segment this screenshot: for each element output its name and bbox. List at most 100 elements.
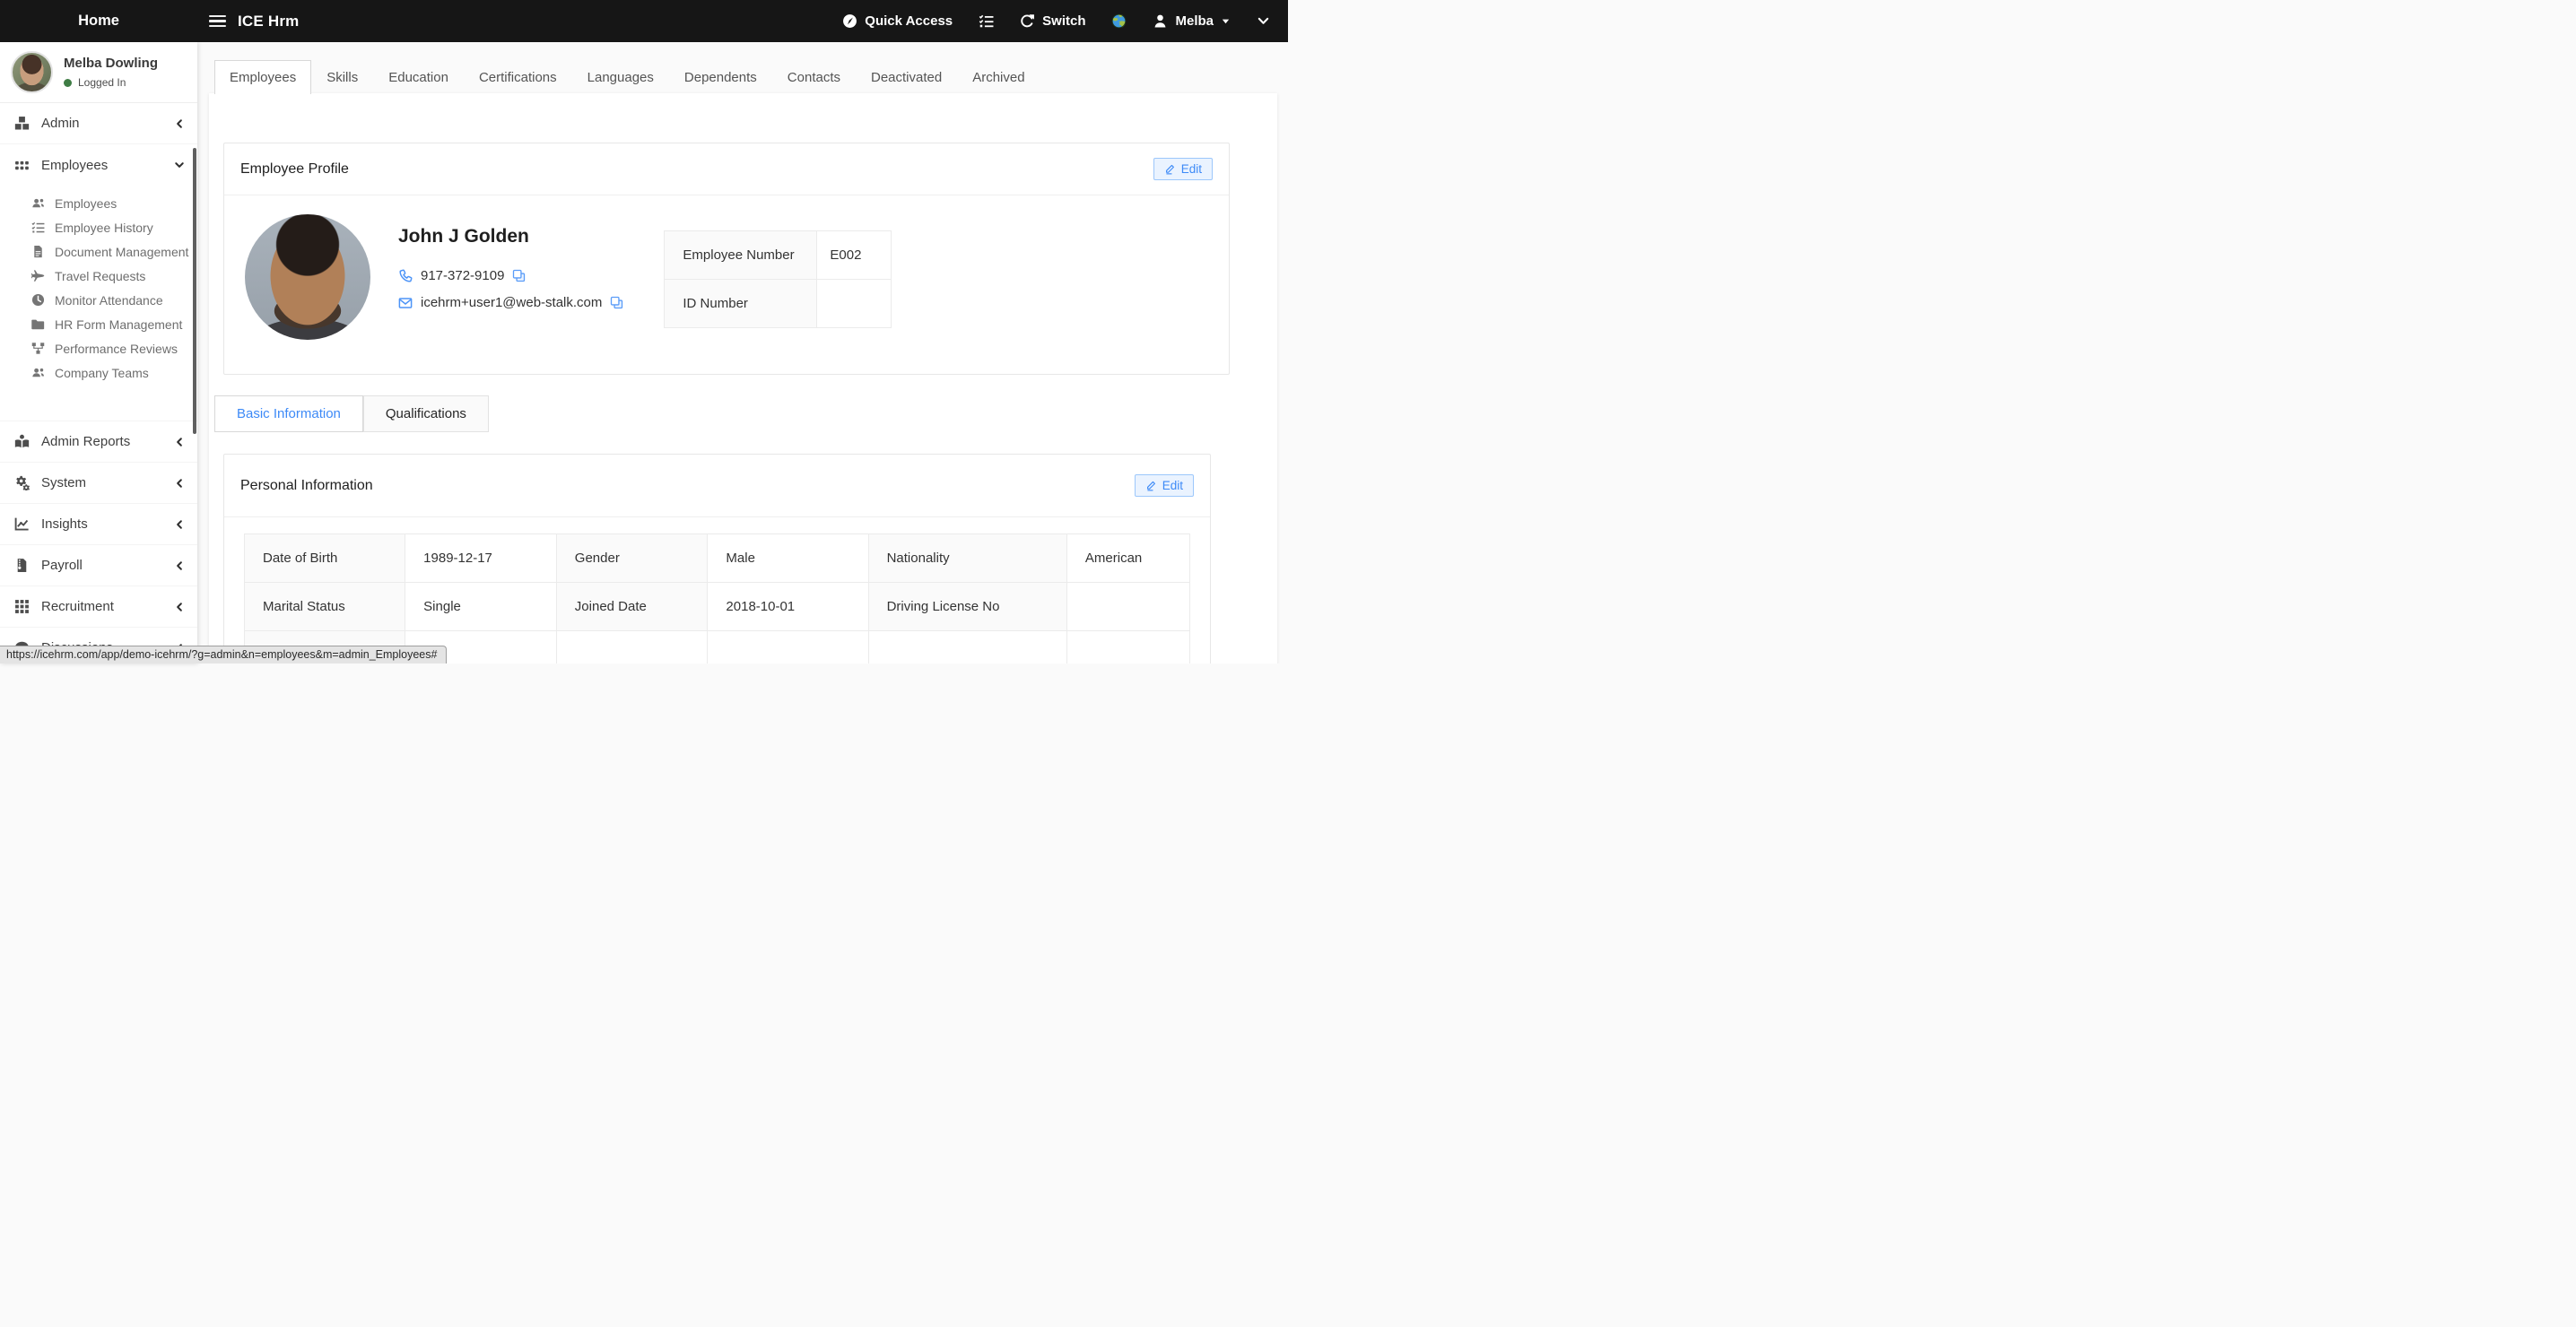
avatar — [11, 51, 53, 93]
sidebar-item-system[interactable]: System — [0, 463, 197, 504]
chevron-down-icon[interactable] — [1257, 14, 1270, 28]
employee-profile-title: Employee Profile — [240, 161, 349, 178]
main-content: Employees Skills Education Certification… — [197, 42, 1288, 664]
chevron-left-icon — [174, 519, 185, 530]
caret-down-icon — [1221, 16, 1231, 26]
tab-contacts[interactable]: Contacts — [772, 60, 856, 94]
employee-email: icehrm+user1@web-stalk.com — [421, 295, 602, 310]
tab-skills[interactable]: Skills — [311, 60, 373, 94]
globe-icon[interactable] — [1111, 13, 1127, 29]
module-tabs: Employees Skills Education Certification… — [214, 60, 1277, 94]
tab-dependents[interactable]: Dependents — [669, 60, 772, 94]
sidebar-item-travel-requests[interactable]: Travel Requests — [0, 264, 197, 288]
profile-name: Melba Dowling — [64, 56, 158, 71]
grid9-icon — [14, 599, 30, 614]
tab-archived[interactable]: Archived — [957, 60, 1040, 94]
sidebar-scrollbar[interactable] — [193, 148, 196, 434]
chevron-left-icon — [174, 478, 185, 489]
users-icon — [31, 196, 45, 210]
sidebar-item-label: Insights — [41, 516, 88, 532]
field-label: Gender — [556, 534, 708, 583]
employee-name: John J Golden — [398, 226, 623, 247]
field-value: American — [1066, 534, 1189, 583]
field-value: Single — [405, 583, 557, 631]
sidebar-item-label: Employees — [41, 158, 108, 173]
sidebar-item-employees[interactable]: Employees — [0, 191, 197, 215]
sidebar-item-label: Admin — [41, 116, 80, 131]
sidebar-item-employees-group[interactable]: Employees — [0, 144, 197, 186]
user-menu[interactable]: Melba — [1153, 13, 1231, 29]
topbar: Home ICE Hrm Quick Access Switch — [0, 0, 1288, 42]
employee-profile-edit-button[interactable]: Edit — [1153, 158, 1213, 180]
folder-icon — [31, 317, 45, 331]
topbar-actions: Quick Access Switch — [842, 13, 1288, 29]
tab-panel: Employee Profile Edit John J Golden — [209, 93, 1277, 664]
sidebar-item-monitor-attendance[interactable]: Monitor Attendance — [0, 288, 197, 312]
personal-information-edit-button[interactable]: Edit — [1135, 474, 1194, 497]
quick-access-button[interactable]: Quick Access — [842, 13, 953, 29]
employee-summary-table: Employee Number E002 ID Number — [664, 230, 892, 328]
sidebar-item-label: Admin Reports — [41, 434, 130, 449]
tab-languages[interactable]: Languages — [572, 60, 669, 94]
field-value: Male — [708, 534, 868, 583]
summary-label: Employee Number — [665, 231, 817, 280]
sidebar-employees-children: Employees Employee History — [0, 186, 197, 421]
switch-button[interactable]: Switch — [1020, 13, 1085, 29]
sidebar-item-company-teams[interactable]: Company Teams — [0, 360, 197, 385]
sidebar-item-employee-history[interactable]: Employee History — [0, 215, 197, 239]
field-label: Driving License No — [868, 583, 1066, 631]
subtab-basic-information[interactable]: Basic Information — [214, 395, 363, 432]
tab-education[interactable]: Education — [373, 60, 464, 94]
pencil-icon — [1145, 480, 1157, 491]
sidebar-subitem-label: Performance Reviews — [55, 342, 178, 356]
sidebar-item-insights[interactable]: Insights — [0, 504, 197, 545]
logged-in-dot — [64, 79, 72, 87]
field-value: 1989-12-17 — [405, 534, 557, 583]
sidebar-item-recruitment[interactable]: Recruitment — [0, 586, 197, 628]
tab-employees[interactable]: Employees — [214, 60, 311, 94]
subtab-qualifications[interactable]: Qualifications — [363, 395, 489, 432]
field-value: 2018-10-01 — [708, 583, 868, 631]
compass-icon — [842, 13, 857, 29]
plane-icon — [31, 269, 45, 282]
sidebar-item-performance-reviews[interactable]: Performance Reviews — [0, 336, 197, 360]
sidebar-item-label: Recruitment — [41, 599, 114, 614]
pencil-icon — [1164, 163, 1176, 175]
grid-icon — [14, 158, 30, 173]
phone-icon — [398, 269, 413, 283]
quick-access-label: Quick Access — [865, 13, 953, 29]
sitemap-icon — [31, 342, 45, 355]
copy-phone-icon[interactable] — [512, 269, 526, 282]
sidebar-item-hr-form-management[interactable]: HR Form Management — [0, 312, 197, 336]
employee-photo — [245, 214, 370, 340]
hamburger-icon[interactable] — [209, 15, 226, 28]
copy-email-icon[interactable] — [610, 296, 623, 309]
status-url: https://icehrm.com/app/demo-icehrm/?g=ad… — [0, 646, 447, 664]
chart-line-icon — [14, 516, 30, 532]
tab-certifications[interactable]: Certifications — [464, 60, 572, 94]
tab-deactivated[interactable]: Deactivated — [856, 60, 957, 94]
sidebar-item-document-management[interactable]: Document Management — [0, 239, 197, 264]
sidebar-item-admin-reports[interactable]: Admin Reports — [0, 421, 197, 463]
personal-information-title: Personal Information — [240, 478, 373, 494]
gears-icon — [14, 475, 30, 490]
user-name: Melba — [1175, 13, 1214, 29]
detail-subtabs: Basic Information Qualifications — [214, 395, 1277, 432]
sidebar-item-payroll[interactable]: Payroll — [0, 545, 197, 586]
sidebar-menu: Admin Employees — [0, 103, 197, 664]
sidebar-subitem-label: Monitor Attendance — [55, 293, 163, 308]
switch-label: Switch — [1042, 13, 1085, 29]
summary-value: E002 — [817, 231, 892, 280]
tasks-icon[interactable] — [979, 13, 994, 29]
checklist-icon — [31, 221, 45, 234]
home-link[interactable]: Home — [0, 13, 197, 30]
sidebar: Melba Dowling Logged In Admin — [0, 42, 197, 664]
personal-information-table: Date of Birth 1989-12-17 Gender Male Nat… — [244, 533, 1190, 664]
table-row: ID Number — [665, 280, 892, 328]
sidebar-profile: Melba Dowling Logged In — [0, 42, 197, 103]
sidebar-subitem-label: Company Teams — [55, 366, 149, 380]
sidebar-subitem-label: Employees — [55, 196, 117, 211]
table-row: Date of Birth 1989-12-17 Gender Male Nat… — [245, 534, 1190, 583]
sidebar-item-admin[interactable]: Admin — [0, 103, 197, 144]
document-icon — [31, 245, 45, 258]
